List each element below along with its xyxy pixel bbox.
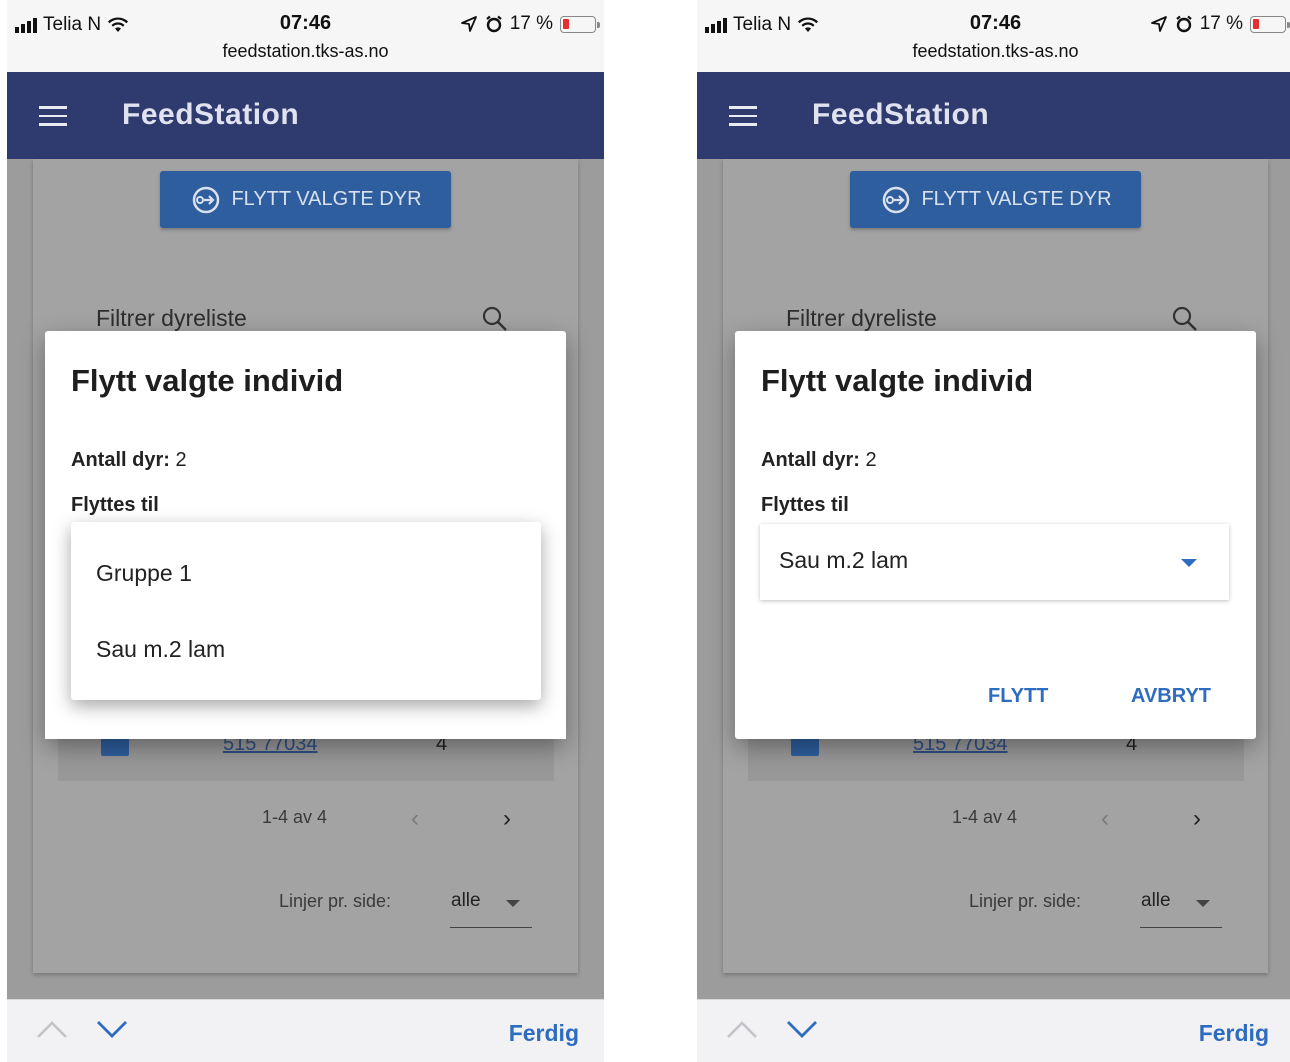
location-icon xyxy=(1150,16,1167,32)
chevron-up-icon[interactable] xyxy=(725,1018,759,1040)
address-bar-url[interactable]: feedstation.tks-as.no xyxy=(7,41,604,62)
animal-count: Antall dyr: 2 xyxy=(71,449,187,472)
animal-count-value: 2 xyxy=(859,449,877,471)
chevron-right-icon[interactable]: › xyxy=(503,805,511,833)
move-selected-button[interactable]: FLYTT VALGTE DYR xyxy=(850,171,1141,228)
menu-icon[interactable] xyxy=(729,106,757,126)
done-button[interactable]: Ferdig xyxy=(509,1020,579,1047)
battery-icon xyxy=(1250,15,1290,33)
animal-count-label: Antall dyr: xyxy=(71,449,170,471)
animal-count: Antall dyr: 2 xyxy=(761,449,877,472)
filter-input[interactable]: Filtrer dyreliste xyxy=(96,305,247,332)
status-right: 17 % xyxy=(1150,13,1290,35)
battery-percent: 17 % xyxy=(509,13,553,34)
target-label: Flyttes til xyxy=(71,494,159,516)
select-underline xyxy=(1140,927,1222,928)
chevron-up-icon[interactable] xyxy=(35,1018,69,1040)
flytt-button[interactable]: FLYTT xyxy=(988,685,1048,708)
address-bar-url[interactable]: feedstation.tks-as.no xyxy=(697,41,1290,62)
caret-down-icon xyxy=(1196,900,1210,907)
app-title: FeedStation xyxy=(812,98,990,131)
keyboard-accessory-bar: Ferdig xyxy=(7,999,604,1062)
app-bar: FeedStation xyxy=(697,72,1290,159)
app-bar: FeedStation xyxy=(7,72,604,159)
phone-screen-dropdown-open: Telia N 07:46 feedstation.tks-as.no 17 %… xyxy=(7,0,604,1062)
status-bar: Telia N 07:46 feedstation.tks-as.no 17 % xyxy=(697,0,1290,72)
rows-per-page-label: Linjer pr. side: xyxy=(279,891,392,911)
app-title: FeedStation xyxy=(122,98,300,131)
animal-count-label: Antall dyr: xyxy=(761,449,860,471)
chevron-right-icon[interactable]: › xyxy=(1193,805,1201,833)
chevron-down-icon[interactable] xyxy=(95,1018,129,1040)
pagination-text: 1-4 av 4 xyxy=(952,807,1018,827)
move-selected-label: FLYTT VALGTE DYR xyxy=(921,188,1112,210)
caret-down-icon xyxy=(1181,559,1197,567)
menu-item-sau-m2-lam[interactable]: Sau m.2 lam xyxy=(96,636,225,663)
animal-count-value: 2 xyxy=(169,449,187,471)
chevron-left-icon[interactable]: ‹ xyxy=(1101,805,1109,833)
keyboard-accessory-bar: Ferdig xyxy=(697,999,1290,1062)
phone-screen-option-selected: Telia N 07:46 feedstation.tks-as.no 17 %… xyxy=(697,0,1290,1062)
search-icon[interactable] xyxy=(481,305,509,333)
rows-per-page-label: Linjer pr. side: xyxy=(969,891,1082,911)
rows-per-page-select[interactable]: alle xyxy=(451,890,481,912)
move-selected-button[interactable]: FLYTT VALGTE DYR xyxy=(160,171,451,228)
select-underline xyxy=(450,927,532,928)
caret-down-icon xyxy=(506,900,520,907)
dialog-footer xyxy=(45,701,566,739)
move-selected-label: FLYTT VALGTE DYR xyxy=(231,188,422,210)
status-right: 17 % xyxy=(460,13,600,35)
avbryt-button[interactable]: AVBRYT xyxy=(1131,685,1211,708)
dialog-title: Flytt valgte individ xyxy=(761,363,1034,398)
search-icon[interactable] xyxy=(1171,305,1199,333)
move-dialog: Flytt valgte individ Antall dyr: 2 Flytt… xyxy=(735,331,1256,739)
chevron-down-icon[interactable] xyxy=(785,1018,819,1040)
pagination-text: 1-4 av 4 xyxy=(262,807,328,827)
target-select-value: Sau m.2 lam xyxy=(779,547,909,573)
done-button[interactable]: Ferdig xyxy=(1199,1020,1269,1047)
menu-item-gruppe-1[interactable]: Gruppe 1 xyxy=(96,560,192,587)
alarm-icon xyxy=(485,15,502,33)
target-select[interactable]: Sau m.2 lam xyxy=(760,524,1229,600)
battery-icon xyxy=(560,15,600,33)
move-arrow-icon xyxy=(193,186,220,213)
target-dropdown-menu: Gruppe 1 Sau m.2 lam xyxy=(71,522,541,700)
alarm-icon xyxy=(1175,15,1192,33)
rows-per-page-select[interactable]: alle xyxy=(1141,890,1171,912)
filter-input[interactable]: Filtrer dyreliste xyxy=(786,305,937,332)
menu-icon[interactable] xyxy=(39,106,67,126)
dialog-title: Flytt valgte individ xyxy=(71,363,344,398)
status-bar: Telia N 07:46 feedstation.tks-as.no 17 % xyxy=(7,0,604,72)
chevron-left-icon[interactable]: ‹ xyxy=(411,805,419,833)
location-icon xyxy=(460,16,477,32)
move-arrow-icon xyxy=(883,186,910,213)
target-label: Flyttes til xyxy=(761,494,849,516)
battery-percent: 17 % xyxy=(1199,13,1243,34)
